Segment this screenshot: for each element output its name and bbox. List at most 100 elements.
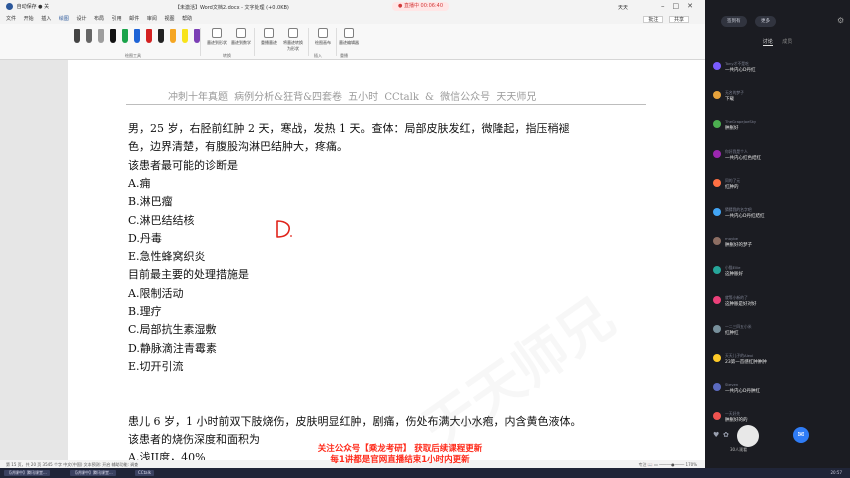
convert-ink-button[interactable]: 将墨迹转换为形状 — [282, 28, 304, 54]
header-rule — [126, 104, 646, 105]
tab-discussion[interactable]: 讨论 — [762, 38, 773, 46]
chat-text: 这肿胀好 — [725, 272, 743, 278]
heart-icon[interactable]: ♥ — [713, 431, 719, 439]
ink-editor-button[interactable]: 墨迹编辑器 — [338, 28, 360, 54]
document-page[interactable]: 冲刺十年真题 病例分析&狂背&四套卷 五小时 CCtalk & 微信公众号 天天… — [68, 60, 705, 460]
avatar[interactable] — [713, 295, 721, 304]
pen-body — [182, 29, 188, 43]
gift-icon[interactable]: ✿ — [723, 431, 729, 439]
avatar[interactable] — [713, 120, 721, 129]
chat-message: Steven 一共内心D丹肿红 — [713, 381, 843, 402]
chat-message: Tony才不是吃 一共内心D丹红 — [713, 60, 843, 81]
chat-list[interactable]: Tony才不是吃 一共内心D丹红 无名的梦子 下载 TheGrapeJoeSky 肿胀好你… — [713, 60, 843, 439]
select-tool-icon[interactable] — [72, 27, 82, 47]
ink-to-shape-button[interactable]: 墨迹到形状 — [206, 28, 228, 54]
avatar[interactable] — [713, 383, 721, 392]
menu-item[interactable]: 审阅 — [147, 14, 157, 24]
user-name[interactable]: 天天 — [618, 4, 628, 11]
avatar[interactable] — [713, 324, 721, 333]
green-pen-icon[interactable] — [120, 27, 130, 47]
lasso-tool-icon[interactable] — [84, 27, 94, 47]
black-pen-icon[interactable] — [108, 27, 118, 47]
tab-members[interactable]: 成员 — [782, 38, 792, 45]
chat-text: 23第一首感红肿肿肿 — [725, 359, 767, 365]
menu-item[interactable]: 设计 — [76, 14, 86, 24]
minimize-icon[interactable]: – — [661, 2, 673, 10]
ribbon-group-name: 转换 — [223, 53, 231, 58]
ribbon-separator — [200, 28, 201, 56]
pen-body — [146, 29, 152, 43]
menu-item[interactable]: 开始 — [24, 14, 34, 24]
taskbar-app[interactable]: 【讲课中】腾讯课堂... — [70, 470, 116, 476]
avatar[interactable] — [713, 237, 721, 246]
panel-tabs: 讨论 成员 — [705, 38, 850, 48]
ribbon-group-name: 绘图工具 — [125, 53, 141, 58]
replay-ink-button[interactable]: 重播墨迹 — [258, 28, 280, 54]
maximize-icon[interactable]: □ — [673, 2, 688, 10]
avatar[interactable] — [713, 178, 721, 187]
chat-message: 一二三四五小米 红肿红 — [713, 323, 843, 344]
blue-pen-icon[interactable] — [132, 27, 142, 47]
drawing-canvas-button[interactable]: 绘图画布 — [312, 28, 334, 54]
pen-body — [134, 29, 140, 43]
chat-text: 肿胀好的的 — [725, 418, 748, 424]
chat-text: 红肿红 — [725, 330, 739, 336]
document-line: B.理疗 — [128, 305, 162, 318]
ribbon: 绘图工具 墨迹到形状 墨迹到数学 转换 重播墨迹 将墨迹转换为形状 绘图画布 插… — [0, 24, 705, 60]
chat-button[interactable]: ✉ — [793, 427, 809, 443]
taskbar-app[interactable]: 【讲课中】腾讯课堂... — [4, 470, 50, 476]
avatar[interactable] — [713, 353, 721, 362]
eraser-tool-icon[interactable] — [96, 27, 106, 47]
menu-item[interactable]: 引用 — [112, 14, 122, 24]
promo-line-2: 每1讲都是官网直播结束1小时内更新 — [330, 455, 470, 465]
document-line: C.局部抗生素湿敷 — [128, 323, 217, 337]
chat-text: 肿胀好的梦子 — [725, 243, 752, 249]
avatar[interactable] — [713, 266, 721, 275]
page-header: 冲刺十年真题 病例分析&狂背&四套卷 五小时 CCtalk & 微信公众号 天天… — [168, 92, 537, 103]
yellow-highlighter-icon[interactable] — [180, 27, 190, 47]
live-chat-panel: 签到有 更多 ⚙ 讨论 成员 Tony才不是吃 一共内心D丹红 无名的梦子 下载 The… — [705, 0, 850, 478]
panel-top-bar: 签到有 更多 ⚙ — [705, 16, 850, 28]
menu-item[interactable]: 插入 — [41, 14, 51, 24]
chat-text: 一共内心D丹肿红 — [725, 389, 760, 395]
ink-to-math-button[interactable]: 墨迹到数学 — [230, 28, 252, 54]
chat-text: 这肿胀是好对好 — [725, 301, 757, 307]
chat-text: 一共内心红色结红 — [725, 155, 761, 161]
menu-item[interactable]: 文件 — [6, 14, 16, 24]
watermark: 天天师兄 — [411, 285, 626, 460]
avatar[interactable] — [713, 91, 721, 100]
taskbar-app[interactable]: CCtalk — [135, 470, 155, 476]
menu-item[interactable]: 邮件 — [129, 14, 139, 24]
chat-message: 天天儿子的Alexi 23第一首感红肿肿肿 — [713, 352, 843, 373]
document-line: 该患者的烧伤深度和面积为 — [128, 433, 260, 447]
black-pen-2-icon[interactable] — [156, 27, 166, 47]
title-bar: 自动保存 ● 关 【未激活】Word文档2.docx - 文字处理 (+0.0K… — [0, 0, 705, 14]
ribbon-group-name: 插入 — [314, 53, 322, 58]
clock: 20:57 — [830, 470, 842, 475]
menu-item[interactable]: 布局 — [94, 14, 104, 24]
gear-icon[interactable]: ⚙ — [837, 16, 844, 25]
avatar[interactable] — [713, 62, 721, 70]
chat-message: 小猫Ellie 这肿胀好 — [713, 264, 843, 285]
more-button[interactable]: 更多 — [755, 16, 776, 27]
menu-item[interactable]: 视图 — [164, 14, 174, 24]
avatar[interactable] — [713, 149, 721, 158]
quick-access-toolbar[interactable]: 自动保存 ● 关 — [6, 3, 49, 10]
menu-item[interactable]: 帮助 — [182, 14, 192, 24]
checkin-button[interactable]: 签到有 — [721, 16, 747, 27]
red-pen-icon[interactable] — [144, 27, 154, 47]
avatar[interactable] — [713, 412, 721, 421]
share-button[interactable]: 共享 — [668, 16, 689, 23]
autosave-label[interactable]: 自动保存 ● 关 — [17, 4, 50, 10]
avatar[interactable] — [713, 207, 721, 216]
close-icon[interactable]: ✕ — [687, 2, 701, 10]
comments-button[interactable]: 批注 — [643, 16, 664, 23]
document-line: E.切开引流 — [128, 359, 184, 373]
document-line: 色，边界清楚，有腹股沟淋巴结肿大，疼痛。 — [128, 140, 348, 154]
word-window: 自动保存 ● 关 【未激活】Word文档2.docx - 文字处理 (+0.0K… — [0, 0, 705, 478]
orange-highlighter-icon[interactable] — [168, 27, 178, 47]
pen-body — [170, 29, 176, 43]
chat-message: 无名的梦子 下载 — [713, 89, 843, 110]
window-controls[interactable]: –□✕ — [661, 2, 701, 10]
pen-body — [98, 29, 104, 43]
